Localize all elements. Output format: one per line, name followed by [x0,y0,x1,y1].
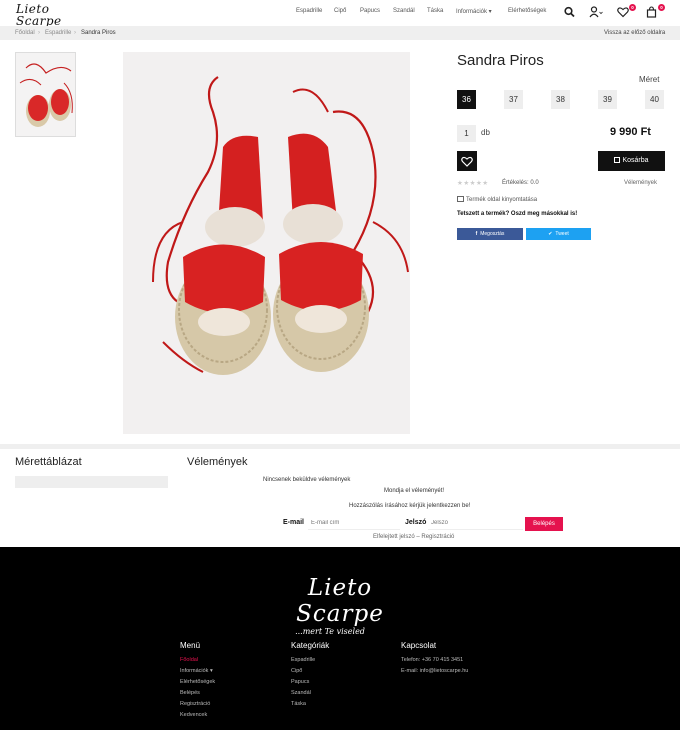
nav-elerhetosegek[interactable]: Elérhetőségek [508,8,546,14]
footer-menu-fooldal[interactable]: Főoldal [180,657,198,663]
section-divider [0,444,680,449]
breadcrumb-home[interactable]: Főoldal [15,30,35,36]
quantity-input[interactable]: 1 [457,125,476,142]
breadcrumb: Főoldal › Espadrille › Sandra Piros Viss… [0,26,680,40]
add-to-cart-button[interactable]: Kosárba [598,151,665,171]
footer-category-papucs[interactable]: Papucs [291,679,309,685]
print-link-label: Termék oldal kinyomtatása [466,197,538,203]
size-table-bar[interactable] [15,476,168,488]
password-field[interactable] [428,517,523,530]
print-page-link[interactable]: Termék oldal kinyomtatása [457,196,537,203]
no-reviews-text: Nincsenek beküldve vélemények [263,477,351,483]
review-prompt: Mondja el véleményét! [384,488,445,494]
user-icon[interactable] [589,6,603,18]
password-label: Jelszó [405,519,427,526]
add-to-wishlist-button[interactable] [457,151,477,171]
nav-informaciok[interactable]: Információk ▾ [456,8,492,15]
reviews-title: Vélemények [187,456,248,468]
footer-contact-title: Kapcsolat [401,641,437,650]
footer-menu-kedvencek[interactable]: Kedvencek [180,712,207,718]
espadrille-photo [123,52,410,434]
add-to-cart-label: Kosárba [622,157,649,164]
footer-category-szandal[interactable]: Szandál [291,690,311,696]
rating-stars: ★★★★★ [457,180,489,187]
reviews-link[interactable]: Vélemények [624,180,657,186]
back-link[interactable]: Vissza az előző oldalra [604,30,665,36]
login-prompt: Hozzászólás írásához kérjük jelentkezzen… [349,503,471,509]
footer-logo-text: Lieto Scarpe [296,575,384,627]
product-title: Sandra Piros [457,52,544,69]
nav-taska[interactable]: Táska [427,8,443,14]
printer-icon [457,196,464,202]
product-thumbnail[interactable] [15,52,76,137]
footer-menu-informaciok[interactable]: Információk ▾ [180,668,213,674]
footer-menu-regisztracio[interactable]: Regisztráció [180,701,210,707]
footer-menu-title: Menü [180,641,201,650]
cart-count-badge: 0 [658,4,665,11]
size-option-37[interactable]: 37 [504,90,523,109]
email-label: E-mail [283,519,305,526]
twitter-share-button[interactable]: ✔ Tweet [526,228,591,240]
size-option-36[interactable]: 36 [457,90,476,109]
thumbnail-image [16,53,75,136]
size-option-40[interactable]: 40 [645,90,664,109]
breadcrumb-separator: › [38,30,40,36]
footer-category-cipo[interactable]: Cipő [291,668,302,674]
account-links: Elfelejtett jelszó – Regisztráció [373,534,455,540]
footer-email[interactable]: E-mail: info@lietoscarpe.hu [401,668,468,674]
twitter-share-label: Tweet [555,231,569,237]
share-prompt: Tetszett a termék? Oszd meg másokkal is! [457,211,578,217]
email-field[interactable] [308,517,400,530]
product-price: 9 990 Ft [610,126,651,138]
rating-text: Értékelés: 0.0 [502,180,539,186]
nav-szandal[interactable]: Szandál [393,8,415,14]
nav-papucs[interactable]: Papucs [360,8,380,14]
size-option-39[interactable]: 39 [598,90,617,109]
footer-menu-elerhetosegek[interactable]: Elérhetőségek [180,679,215,685]
footer-logo-tagline: ...mert Te viseled [295,627,365,636]
login-button[interactable]: Belépés [525,517,563,531]
logo-text: Lieto Scarpe [16,2,62,28]
breadcrumb-separator: › [74,30,76,36]
breadcrumb-espadrille[interactable]: Espadrille [45,30,71,36]
size-option-38[interactable]: 38 [551,90,570,109]
footer-category-espadrille[interactable]: Espadrille [291,657,315,663]
forgot-password-link[interactable]: Elfelejtett jelszó [373,534,415,540]
facebook-icon: f [475,231,478,237]
facebook-share-label: Megosztás [480,231,505,237]
wishlist-count-badge: 0 [629,4,636,11]
nav-cipo[interactable]: Cipő [334,8,346,14]
facebook-share-button[interactable]: f Megosztás [457,228,523,240]
footer-phone[interactable]: Telefon: +36 70 415 3451 [401,657,463,663]
bag-icon [614,157,621,163]
heart-icon [461,156,473,167]
site-logo[interactable]: Lieto Scarpe ...MERT TE VISELED [16,3,80,33]
register-link[interactable]: Regisztráció [421,534,454,540]
nav-espadrille[interactable]: Espadrille [296,8,322,14]
site-header: Lieto Scarpe ...MERT TE VISELED Espadril… [0,0,680,33]
footer-logo[interactable]: Lieto Scarpe ...mert Te viseled [270,575,410,636]
footer-category-taska[interactable]: Táska [291,701,306,707]
size-label: Méret [639,75,660,84]
size-table-title: Mérettáblázat [15,456,82,468]
search-icon[interactable] [563,6,577,18]
footer-menu-belepes[interactable]: Belépés [180,690,200,696]
twitter-icon: ✔ [548,231,553,237]
footer-categories-title: Kategóriák [291,641,330,650]
product-main-image[interactable] [123,52,410,434]
quantity-unit: db [481,128,490,137]
breadcrumb-current: Sandra Piros [81,30,116,36]
